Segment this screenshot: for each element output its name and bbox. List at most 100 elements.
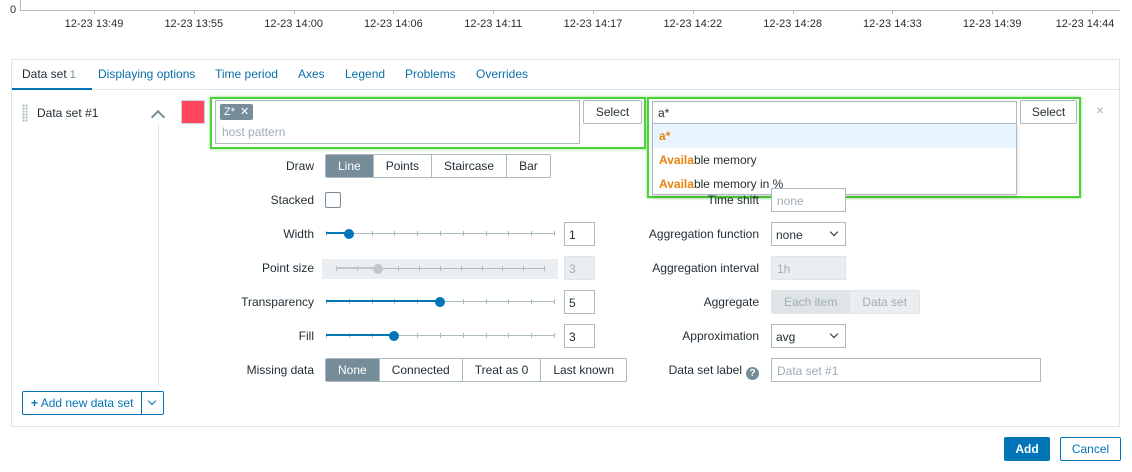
slider-tick <box>417 333 419 338</box>
chip-remove-icon[interactable]: ✕ <box>240 106 249 118</box>
time-shift-input[interactable]: none <box>771 188 846 212</box>
slider-tick <box>508 333 510 338</box>
transparency-slider[interactable] <box>326 294 555 310</box>
time-shift-placeholder: none <box>777 194 804 208</box>
x-axis-tick <box>593 10 594 14</box>
approximation-value: avg <box>776 330 796 344</box>
tab-displaying-options[interactable]: Displaying options <box>98 67 195 81</box>
host-chip[interactable]: Z* ✕ <box>220 104 254 120</box>
item-select-button[interactable]: Select <box>1020 100 1077 124</box>
approximation-select[interactable]: avg <box>771 324 846 348</box>
y-axis-line <box>20 0 21 10</box>
chevron-down-icon <box>148 396 157 406</box>
aggregation-function-select[interactable]: none <box>771 222 846 246</box>
aggregate-label: Aggregate <box>703 295 759 309</box>
suggestion-match: A <box>659 177 668 191</box>
suggestion-match: a <box>659 129 666 143</box>
slider-thumb[interactable] <box>389 331 400 341</box>
suggestion-rest: ble memory in % <box>693 177 784 191</box>
plus-icon: + <box>31 396 39 410</box>
slider-tick <box>523 266 525 271</box>
item-pattern-input[interactable]: a* <box>652 101 1017 125</box>
dataset-title: Data set #1 <box>37 106 99 120</box>
slider-tick <box>394 231 396 236</box>
slider-thumb[interactable] <box>343 229 354 239</box>
x-axis-tick <box>193 10 195 14</box>
slider-tick <box>485 231 487 236</box>
slider-tick <box>544 266 545 271</box>
slider-tick <box>508 299 510 304</box>
slider-tick <box>440 266 441 271</box>
suggestion-item[interactable]: a* <box>653 124 1016 148</box>
x-axis-tick <box>992 10 994 14</box>
aggregation-function-value: none <box>776 228 803 242</box>
stacked-checkbox[interactable] <box>325 192 341 208</box>
aggregate-toggle: Each item Data set <box>771 290 921 314</box>
point-size-slider <box>322 259 558 279</box>
slider-thumb[interactable] <box>435 297 445 307</box>
transparency-value-input[interactable]: 5 <box>564 290 595 314</box>
y-axis-zero-label: 0 <box>10 4 17 16</box>
slider-tick <box>481 266 483 271</box>
add-dataset-menu-button[interactable] <box>141 392 163 414</box>
tab-bar: Data set 1 Displaying options Time period… <box>12 60 1119 90</box>
fill-label: Fill <box>298 329 314 343</box>
tab-problems[interactable]: Problems <box>405 67 456 81</box>
width-value-input[interactable]: 1 <box>564 222 595 246</box>
missing-option-none[interactable]: None <box>326 359 379 381</box>
slider-tick <box>462 333 464 338</box>
missing-option-connected[interactable]: Connected <box>378 359 462 381</box>
slider-tick <box>371 231 373 236</box>
suggestion-item[interactable]: Available memory <box>653 148 1016 172</box>
tab-data-set[interactable]: Data set 1 <box>22 67 76 81</box>
x-axis-tick-label: 12-23 14:33 <box>863 18 922 30</box>
slider-fill <box>326 300 440 302</box>
x-axis-tick <box>293 10 295 14</box>
x-axis-tick-label: 12-23 14:06 <box>364 18 423 30</box>
x-axis-tick <box>1092 10 1093 14</box>
dataset-panel: Data set 1 Displaying options Time period… <box>11 59 1120 427</box>
draw-style-toggle: Line Points Staircase Bar <box>325 154 551 178</box>
cancel-button[interactable]: Cancel <box>1060 437 1121 461</box>
draw-option-bar[interactable]: Bar <box>506 155 550 177</box>
tab-overrides[interactable]: Overrides <box>476 67 528 81</box>
chevron-up-icon[interactable] <box>150 109 166 125</box>
slider-tick <box>398 266 400 271</box>
tab-legend[interactable]: Legend <box>345 67 385 81</box>
missing-option-treat-as-0[interactable]: Treat as 0 <box>461 359 541 381</box>
dataset-color-swatch[interactable] <box>181 100 205 124</box>
add-dataset-label: Add new data set <box>40 396 134 410</box>
host-select-button[interactable]: Select <box>583 100 642 124</box>
point-size-label: Point size <box>261 261 314 275</box>
fill-slider[interactable] <box>326 328 555 344</box>
slider-tick <box>554 231 555 236</box>
missing-data-toggle: None Connected Treat as 0 Last known <box>325 358 628 382</box>
missing-data-label: Missing data <box>246 363 314 377</box>
suggestion-match: vaila <box>667 153 694 167</box>
drag-handle-icon[interactable] <box>22 104 28 122</box>
tab-time-period[interactable]: Time period <box>215 67 278 81</box>
add-button[interactable]: Add <box>1004 437 1050 461</box>
slider-tick <box>462 231 464 236</box>
slider-tick <box>440 231 441 236</box>
missing-option-last-known[interactable]: Last known <box>540 359 626 381</box>
slider-tick <box>531 333 533 338</box>
approximation-label: Approximation <box>682 329 759 343</box>
width-label: Width <box>283 227 314 241</box>
host-chip-label: Z* <box>224 106 235 118</box>
item-suggestions-dropdown: a* Available memory Availa ble memory in … <box>652 123 1017 195</box>
width-slider[interactable] <box>326 226 555 242</box>
close-icon[interactable]: × <box>1096 102 1104 118</box>
host-pattern-placeholder: host pattern <box>222 125 286 139</box>
help-icon[interactable]: ? <box>746 367 759 380</box>
tab-axes[interactable]: Axes <box>298 67 325 81</box>
x-axis-tick <box>892 10 894 14</box>
add-dataset-button[interactable]: + Add new data set <box>23 392 141 414</box>
host-pattern-input[interactable]: Z* ✕ host pattern <box>215 100 580 144</box>
dataset-label-input[interactable]: Data set #1 <box>771 358 1041 382</box>
draw-option-line[interactable]: Line <box>326 155 373 177</box>
x-axis-tick-label: 12-23 14:17 <box>563 18 623 30</box>
draw-option-staircase[interactable]: Staircase <box>431 155 506 177</box>
fill-value-input[interactable]: 3 <box>564 324 595 348</box>
draw-option-points[interactable]: Points <box>372 155 431 177</box>
